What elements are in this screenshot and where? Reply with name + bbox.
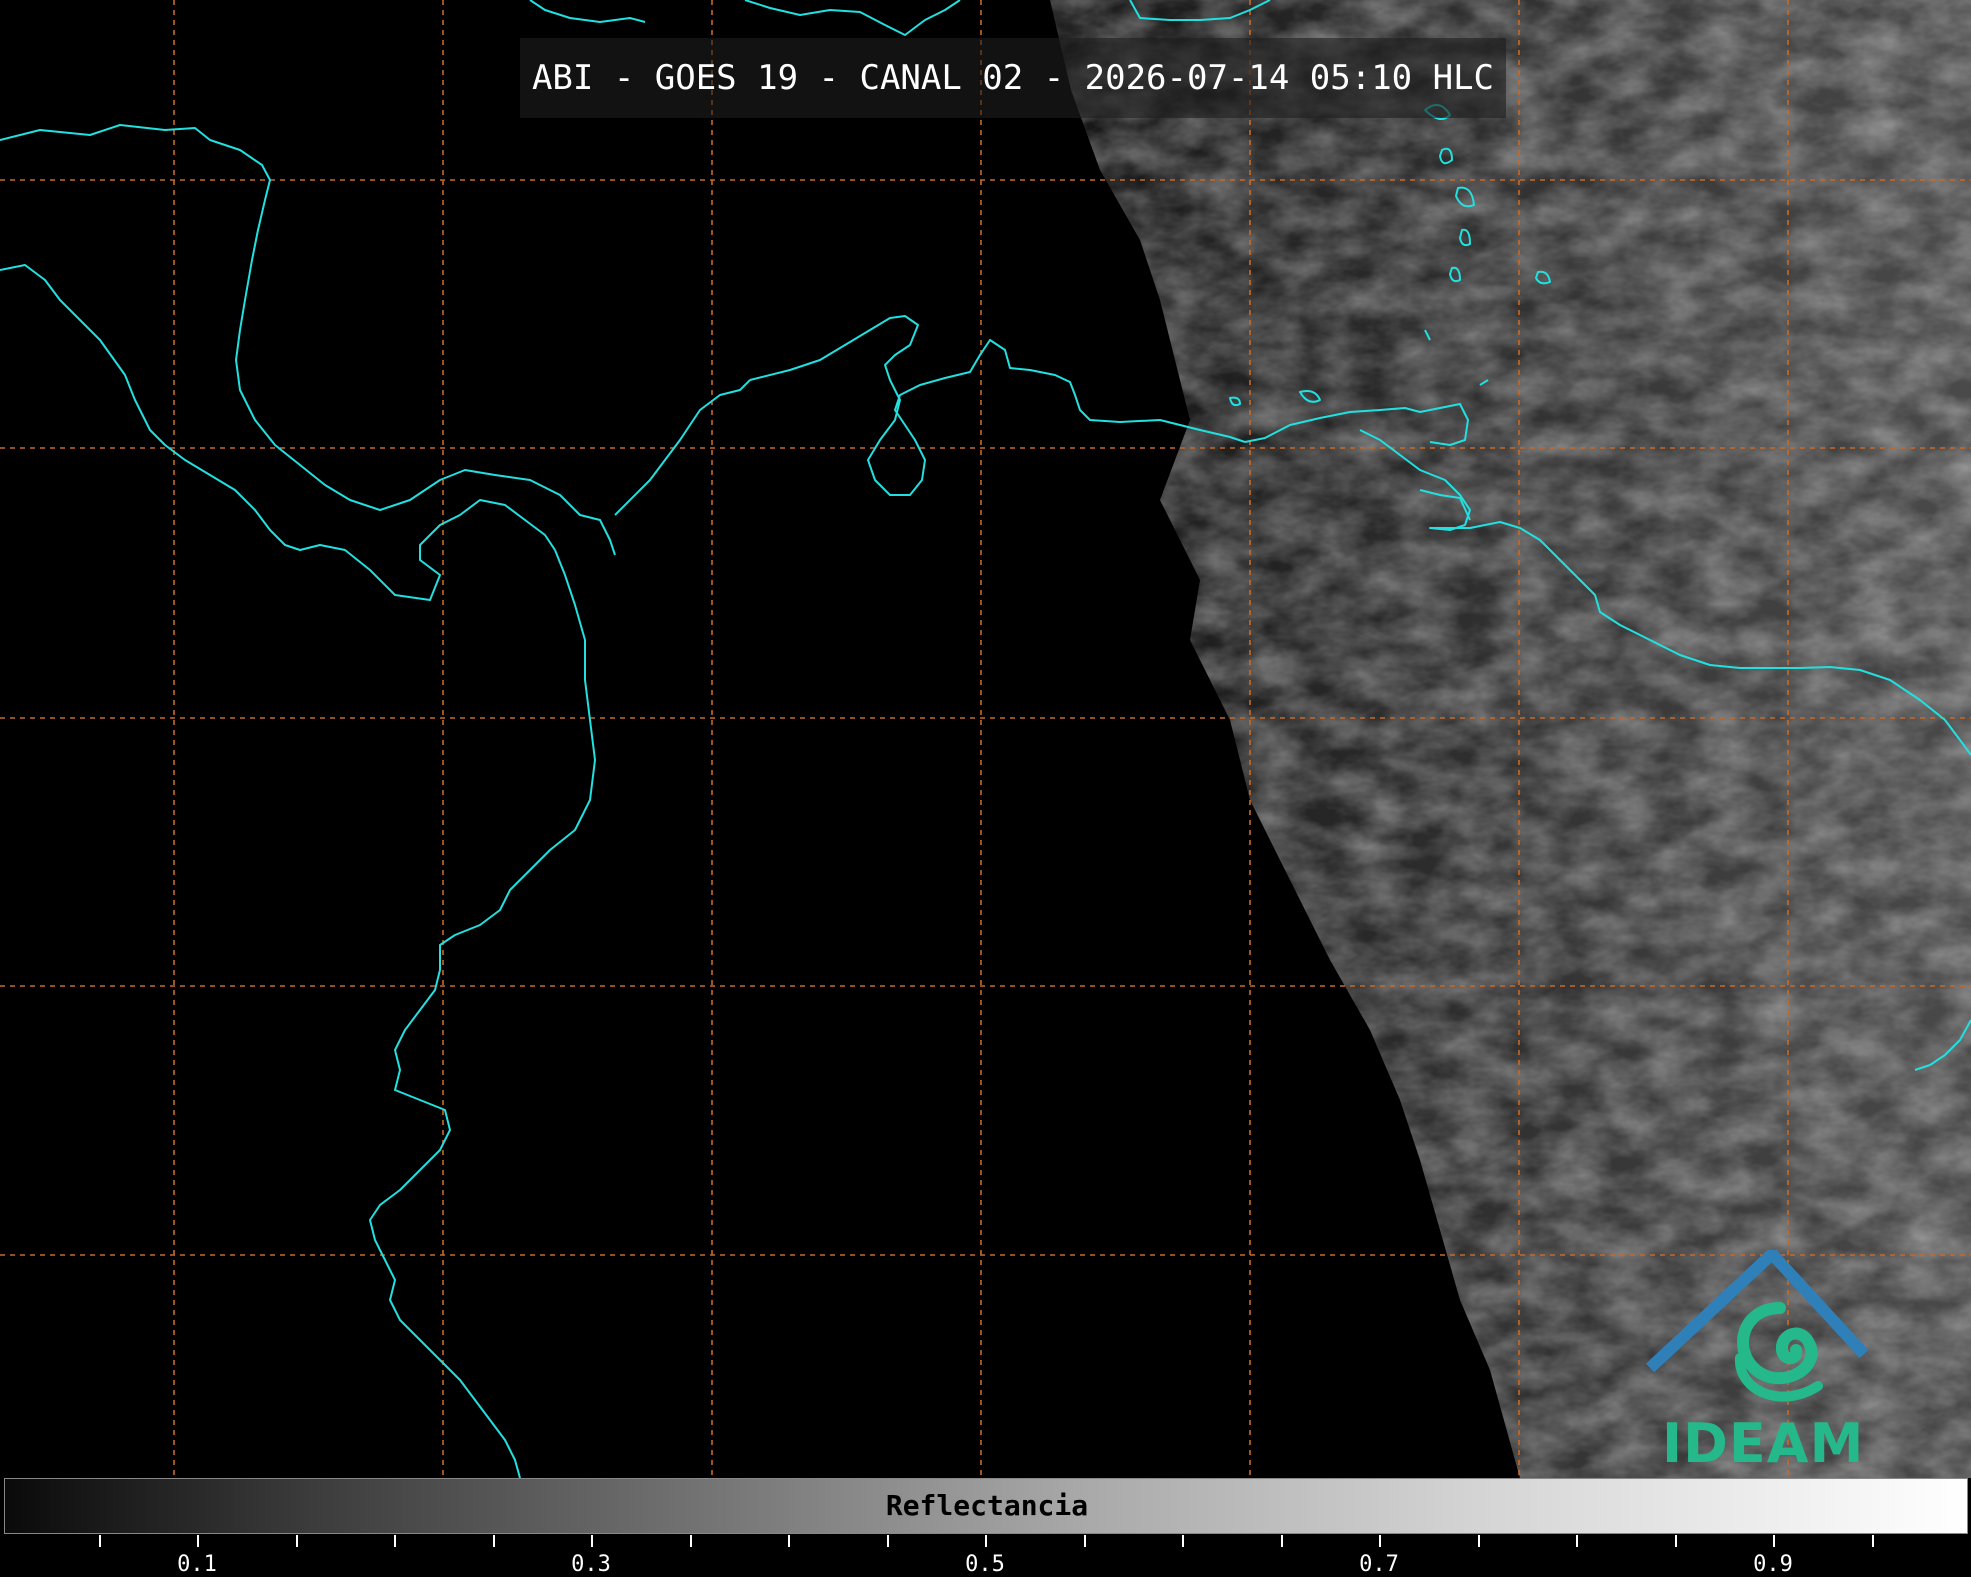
colorbar-tick <box>1281 1535 1283 1547</box>
colorbar-tick <box>493 1535 495 1547</box>
colorbar-tick <box>985 1535 987 1547</box>
ideam-logo-text: IDEAM <box>1662 1412 1865 1475</box>
colorbar-tick <box>1379 1535 1381 1547</box>
satellite-map: ABI - GOES 19 - CANAL 02 - 2026-07-14 05… <box>0 0 1971 1478</box>
colorbar-tick <box>1182 1535 1184 1547</box>
colorbar-tick-label: 0.3 <box>571 1552 611 1577</box>
colorbar-tick <box>1478 1535 1480 1547</box>
colorbar-tick-label: 0.1 <box>177 1552 217 1577</box>
image-title: ABI - GOES 19 - CANAL 02 - 2026-07-14 05… <box>520 38 1506 118</box>
satellite-image-viewer: ABI - GOES 19 - CANAL 02 - 2026-07-14 05… <box>0 0 1971 1577</box>
colorbar-tick <box>788 1535 790 1547</box>
colorbar-title: Reflectancia <box>885 1489 1089 1522</box>
colorbar-tick <box>1773 1535 1775 1547</box>
colorbar-tick <box>690 1535 692 1547</box>
colorbar-tick <box>1675 1535 1677 1547</box>
reflectance-colorbar: Reflectancia <box>4 1478 1968 1534</box>
colorbar-tick <box>1872 1535 1874 1547</box>
colorbar-legend: Reflectancia 0.1 0.3 0.5 0.7 0.9 <box>0 1478 1971 1577</box>
ideam-logo: IDEAM <box>1640 1245 1880 1475</box>
colorbar-tick <box>394 1535 396 1547</box>
colorbar-tick <box>296 1535 298 1547</box>
colorbar-tick-label: 0.5 <box>965 1552 1005 1577</box>
ideam-emblem-icon <box>1645 1245 1869 1402</box>
colorbar-tick <box>591 1535 593 1547</box>
colorbar-tick <box>887 1535 889 1547</box>
colorbar-tick <box>1576 1535 1578 1547</box>
colorbar-tick-label: 0.9 <box>1753 1552 1793 1577</box>
colorbar-tick <box>197 1535 199 1547</box>
colorbar-tick-label: 0.7 <box>1359 1552 1399 1577</box>
colorbar-tick <box>1084 1535 1086 1547</box>
colorbar-tick <box>99 1535 101 1547</box>
